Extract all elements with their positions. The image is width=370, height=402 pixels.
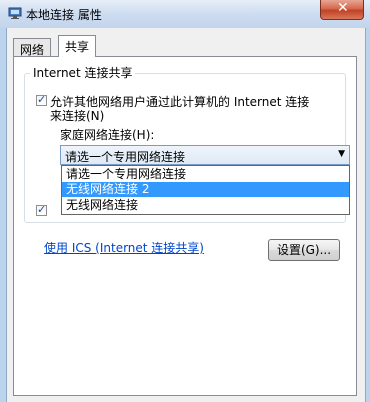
group-title: Internet 连接共享: [30, 64, 136, 81]
home-network-selected-value: 请选一个专用网络连接: [65, 150, 186, 164]
settings-button[interactable]: 设置(G)...: [268, 239, 340, 261]
dialog-window: 本地连接 属性 ✕ 网络 共享 Internet 连接共享 允许其他网络用户通过…: [0, 0, 370, 402]
allow-sharing-label-continued[interactable]: 来连接(N): [50, 107, 104, 124]
tab-network[interactable]: 网络: [13, 38, 52, 57]
allow-sharing-checkbox[interactable]: [36, 93, 47, 106]
network-connection-icon: [8, 7, 22, 19]
title-bar[interactable]: 本地连接 属性 ✕: [0, 0, 370, 28]
allow-control-checkbox[interactable]: [36, 203, 47, 216]
home-network-dropdown: 请选一个专用网络连接 无线网络连接 2 无线网络连接: [61, 165, 350, 215]
close-button[interactable]: ✕: [320, 0, 364, 20]
dialog-body: 网络 共享 Internet 连接共享 允许其他网络用户通过此计算机的 Inte…: [6, 28, 366, 402]
ics-help-link[interactable]: 使用 ICS (Internet 连接共享): [44, 239, 204, 256]
sharing-panel: Internet 连接共享 允许其他网络用户通过此计算机的 Internet 连…: [13, 56, 357, 396]
dropdown-option[interactable]: 无线网络连接: [62, 198, 349, 213]
home-network-select[interactable]: 请选一个专用网络连接 ▼: [60, 145, 350, 165]
close-icon: ✕: [337, 0, 349, 16]
chevron-down-icon[interactable]: ▼: [338, 149, 345, 159]
dropdown-option-highlighted[interactable]: 无线网络连接 2: [62, 182, 349, 197]
dropdown-option[interactable]: 请选一个专用网络连接: [62, 167, 349, 182]
home-network-label: 家庭网络连接(H):: [60, 128, 155, 142]
window-title: 本地连接 属性: [26, 8, 102, 22]
tab-sharing[interactable]: 共享: [58, 35, 97, 57]
